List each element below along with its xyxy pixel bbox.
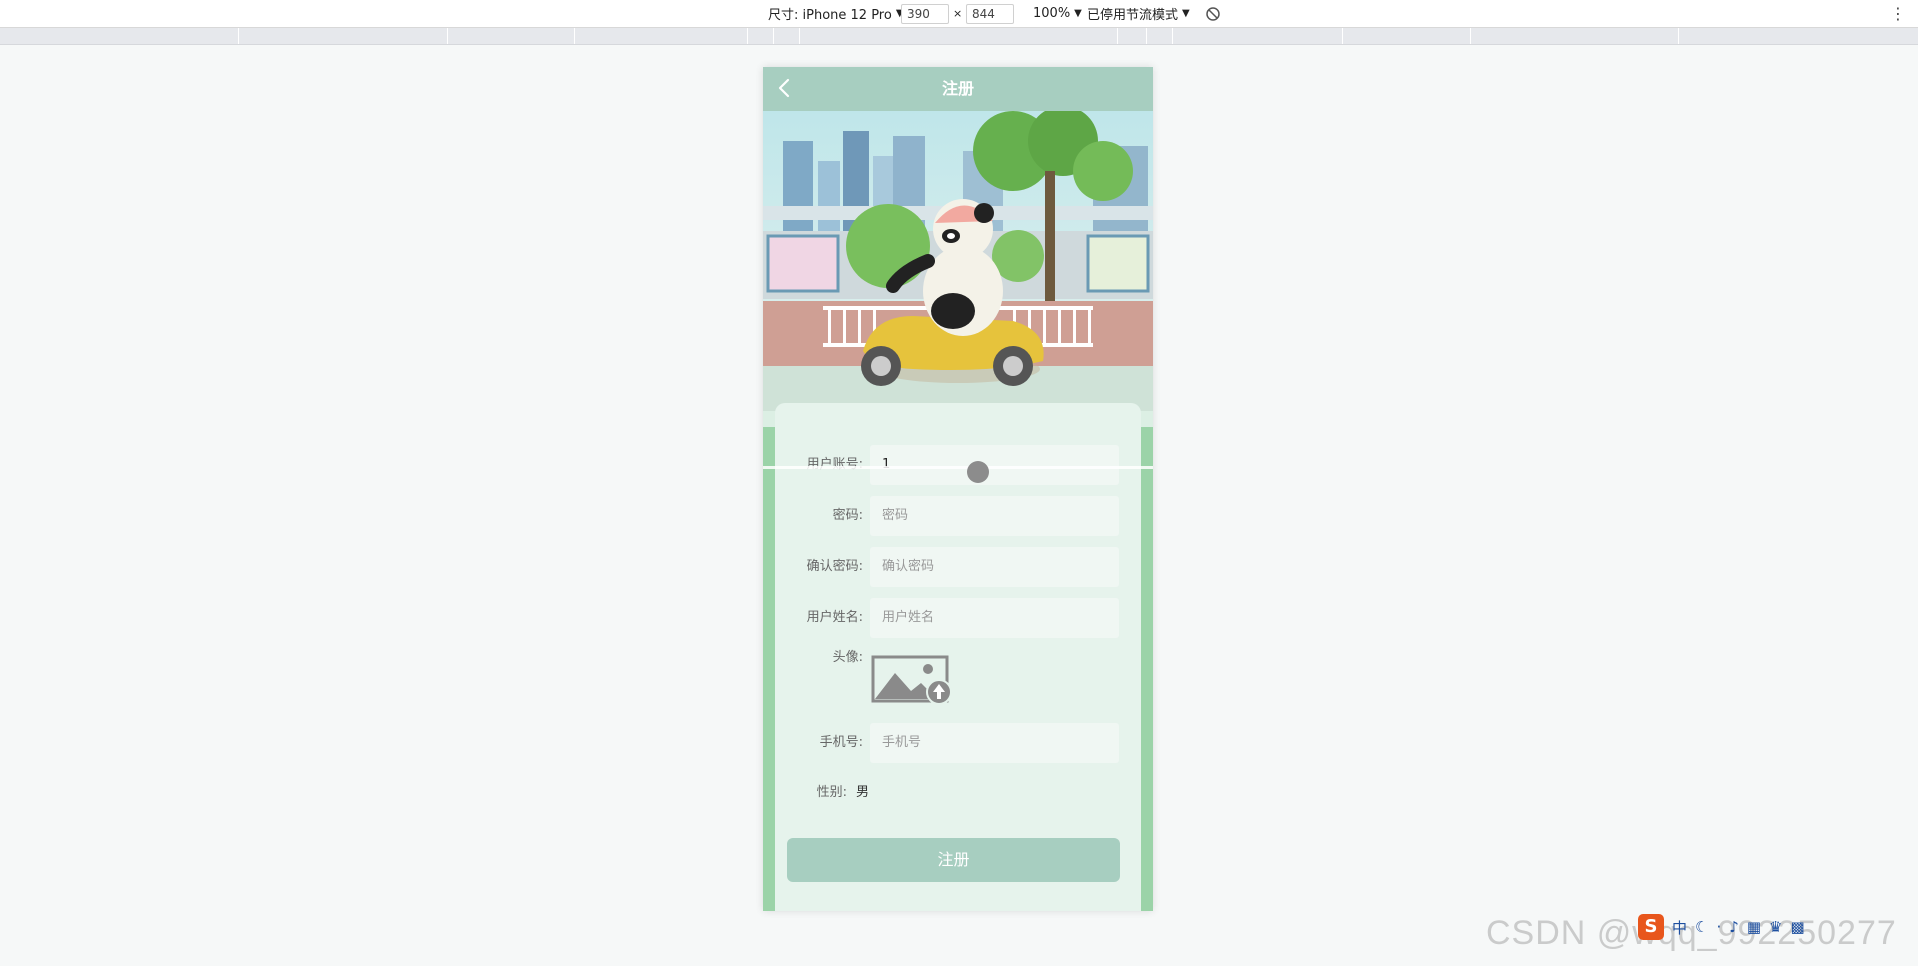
- password-input[interactable]: 密码: [870, 496, 1119, 536]
- throttle-select[interactable]: 已停用节流模式 ▼: [1087, 0, 1190, 27]
- skin-icon[interactable]: ♛: [1769, 918, 1782, 936]
- caret-down-icon: ▼: [1182, 8, 1190, 19]
- width-input[interactable]: 390: [901, 3, 949, 24]
- keyboard-icon[interactable]: ▦: [1747, 918, 1761, 936]
- media-query-ruler[interactable]: [0, 28, 1918, 45]
- gender-picker[interactable]: 男: [856, 783, 869, 803]
- caret-down-icon: ▼: [1074, 8, 1082, 19]
- name-label: 用户姓名:: [806, 610, 863, 625]
- rotate-icon[interactable]: [1205, 0, 1221, 27]
- account-label: 用户账号:: [806, 457, 863, 472]
- times-sign: ×: [953, 7, 963, 20]
- height-input[interactable]: 844: [966, 3, 1014, 24]
- nav-bar: 注册: [763, 67, 1153, 111]
- image-upload-icon[interactable]: [871, 655, 953, 705]
- device-toolbar: 尺寸: iPhone 12 Pro ▼ 390 × 844 100% ▼ 已停用…: [0, 0, 1918, 28]
- chinese-mode-icon[interactable]: 中: [1672, 917, 1687, 938]
- moon-icon[interactable]: ☾: [1695, 918, 1708, 936]
- panda-scooter-illustration: [763, 111, 1153, 411]
- name-input[interactable]: 用户姓名: [870, 598, 1119, 638]
- mic-icon[interactable]: ♪: [1729, 918, 1739, 936]
- sogou-logo-icon[interactable]: S: [1638, 914, 1664, 940]
- zoom-label: 100%: [1033, 6, 1071, 21]
- avatar-row: 头像:: [763, 648, 1153, 688]
- password-label: 密码:: [832, 508, 863, 523]
- scan-line: [763, 466, 1153, 469]
- zoom-select[interactable]: 100% ▼: [1033, 0, 1082, 27]
- phone-row: 手机号: 手机号: [763, 723, 1153, 763]
- register-button[interactable]: 注册: [787, 838, 1120, 882]
- more-options-icon[interactable]: ⋮: [1890, 4, 1906, 23]
- ime-tray: S 中 ☾ · ♪ ▦ ♛ ▩: [1638, 912, 1805, 942]
- punctuation-icon[interactable]: ·: [1716, 918, 1721, 936]
- throttle-label: 已停用节流模式: [1087, 8, 1179, 23]
- gender-label: 性别:: [816, 785, 847, 800]
- phone-viewport: 注册 用户账号: 1 密码: 密码 确认密码: 确认密码 用户姓名: 用户姓名 …: [763, 67, 1153, 911]
- name-row: 用户姓名: 用户姓名: [763, 598, 1153, 638]
- account-row: 用户账号: 1: [763, 445, 1153, 485]
- password-row: 密码: 密码: [763, 496, 1153, 536]
- avatar-label: 头像:: [832, 650, 863, 665]
- confirm-password-label: 确认密码:: [806, 559, 863, 574]
- phone-input[interactable]: 手机号: [870, 723, 1119, 763]
- touch-cursor: [967, 461, 989, 483]
- page-title: 注册: [941, 79, 974, 98]
- account-input[interactable]: 1: [870, 445, 1119, 485]
- device-label: 尺寸: iPhone 12 Pro: [768, 8, 892, 23]
- gender-row: 性别:: [763, 773, 1153, 813]
- phone-label: 手机号:: [819, 735, 863, 750]
- confirm-password-input[interactable]: 确认密码: [870, 547, 1119, 587]
- device-select[interactable]: 尺寸: iPhone 12 Pro ▼: [768, 0, 904, 27]
- confirm-password-row: 确认密码: 确认密码: [763, 547, 1153, 587]
- grid-menu-icon[interactable]: ▩: [1790, 918, 1804, 936]
